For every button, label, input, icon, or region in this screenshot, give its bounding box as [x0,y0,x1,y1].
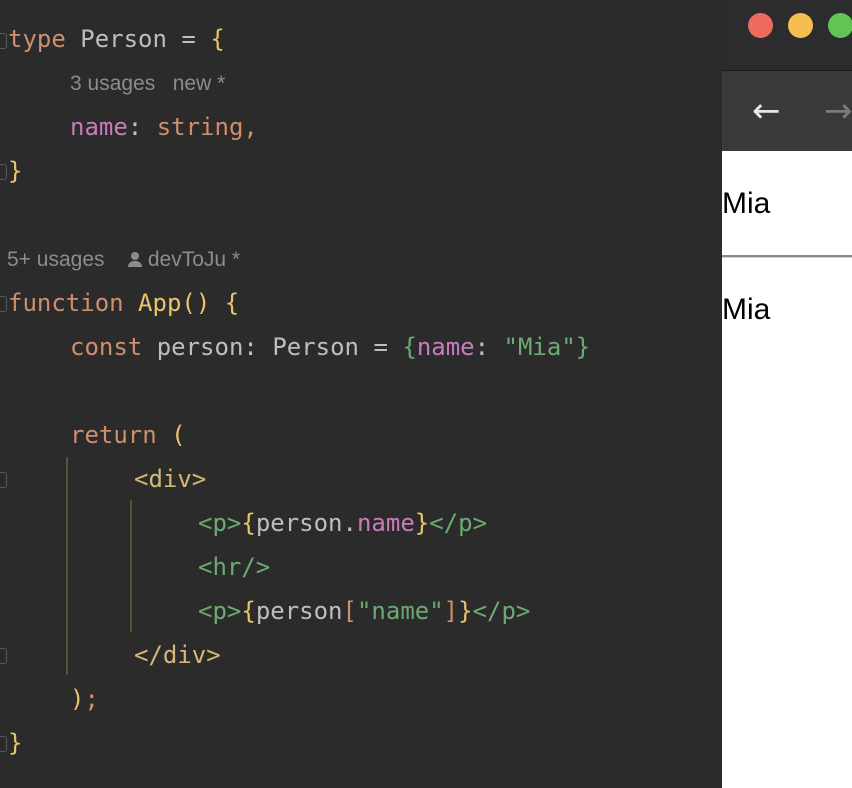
jsx-tag: <hr/> [198,553,271,581]
code-line[interactable]: name: string, [70,105,258,149]
inlay-hint-usages[interactable]: 5+ usages devToJu * [7,238,240,282]
jsx-tag: </div> [134,641,221,669]
arrow-left-icon: ← [752,91,781,131]
property-name: name [70,113,128,141]
minimize-window-button[interactable] [788,13,813,38]
colon: : [243,333,273,361]
brace: } [575,333,591,361]
keyword: string [156,113,244,141]
brace: } [458,597,473,625]
identifier: person [255,597,343,625]
fold-marker-div[interactable] [0,472,7,488]
hint-spacer [105,248,128,271]
browser-toolbar: ← → [722,70,852,151]
colon: : [127,113,157,141]
code-line[interactable]: type Person = { [8,17,225,61]
operator: = [359,333,403,361]
close-window-button[interactable] [748,13,773,38]
bracket: ] [443,597,459,625]
author-hint[interactable]: devToJu * [148,248,240,271]
code-line[interactable]: <hr/> [198,545,270,589]
code-editor[interactable]: type Person = { 3 usages new * name: str… [0,0,722,788]
property-name: name [356,509,415,537]
parens: () [181,289,211,317]
keyword: function [8,289,124,317]
jsx-tag: <p> [198,597,242,625]
identifier: person [255,509,343,537]
fold-marker-div-end[interactable] [0,648,7,664]
jsx-tag: </p> [472,597,531,625]
code-line[interactable]: const person: Person = {name: "Mia"} [70,325,590,369]
fold-marker-function[interactable] [0,296,7,312]
property-name: name [416,333,475,361]
jsx-tag: </p> [429,509,488,537]
brace: } [414,509,430,537]
indent-guide-return [66,457,68,675]
fold-marker-function-end[interactable] [0,736,7,752]
dot: . [342,509,357,537]
jsx-tag: <p> [198,509,242,537]
code-line[interactable]: </div> [134,633,221,677]
keyword: const [70,333,143,361]
code-line[interactable]: } [8,149,22,193]
inlay-hint-usages[interactable]: 3 usages new * [70,62,225,106]
code-line[interactable]: function App() { [8,281,239,325]
string-literal: "name" [356,597,444,625]
page-content: Mia Mia [722,151,852,788]
bracket: [ [342,597,357,625]
usages-count[interactable]: 5+ usages [7,248,105,271]
paren: ( [171,421,186,449]
string-literal: "Mia" [503,333,576,361]
hint-spacer [155,72,173,95]
horizontal-rule [722,255,852,258]
colon: : [474,333,504,361]
code-line[interactable]: ); [70,677,99,721]
person-icon [127,252,142,268]
brace: { [241,597,256,625]
browser-titlebar [722,0,852,70]
arrow-right-icon: → [824,91,852,131]
brace: { [210,25,225,53]
jsx-tag: <div> [134,465,207,493]
code-line[interactable]: } [8,721,22,765]
paragraph-person-name: Mia [722,187,771,220]
type-name: Person [272,333,360,361]
semicolon: ; [84,685,99,713]
brace: } [8,729,23,757]
usages-count[interactable]: 3 usages [70,72,155,95]
author-hint[interactable]: new * [173,72,226,95]
code-line[interactable]: <div> [134,457,206,501]
forward-button[interactable]: → [824,91,852,131]
keyword: type [8,25,66,53]
code-line[interactable]: return ( [70,413,186,457]
brace: { [402,333,417,361]
paragraph-person-name-bracket: Mia [722,293,771,326]
identifier: person [156,333,244,361]
maximize-window-button[interactable] [828,13,852,38]
back-button[interactable]: ← [752,91,781,131]
keyword: return [70,421,157,449]
comma: , [243,113,258,141]
brace: { [241,509,256,537]
brace: } [8,157,23,185]
fold-marker-type-end[interactable] [0,164,7,180]
code-line[interactable]: <p>{person["name"]}</p> [198,589,530,633]
indent-guide-div [130,500,132,632]
operator: = [166,25,211,53]
brace: { [224,289,240,317]
fold-marker-type[interactable] [0,33,7,49]
code-line[interactable]: <p>{person.name}</p> [198,501,487,545]
function-name: App [138,289,182,317]
browser-window: ← → Mia Mia [722,0,852,788]
paren: ) [70,685,85,713]
type-name: Person [80,25,167,53]
